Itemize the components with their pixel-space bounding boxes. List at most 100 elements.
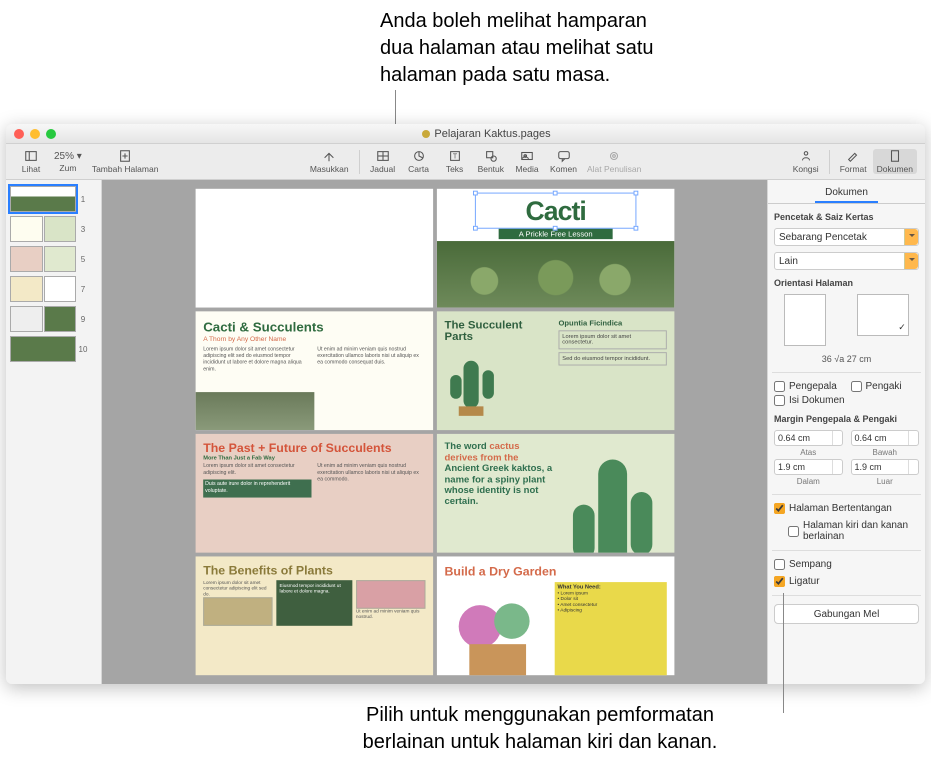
zoom-icon[interactable] [46,129,56,139]
page-heading: Cacti & Succulents [203,319,425,334]
add-page-button[interactable]: Tambah Halaman [88,149,163,174]
gear-icon [607,149,621,163]
text-button[interactable]: T Teks [438,149,472,174]
shape-icon [484,149,498,163]
body-columns: Lorem ipsum dolor sit amet consectetur a… [203,347,425,374]
insert-icon [322,149,336,163]
chart-button[interactable]: Carta [402,149,436,174]
page-heading: The Past + Future of Succulents [203,442,425,454]
page-heading: Build a Dry Garden [444,564,666,578]
page-blank [195,189,433,308]
cactus-illustration [444,342,501,418]
chart-icon [412,149,426,163]
hyphenation-checkbox[interactable]: Sempang [774,559,919,570]
section-label: Pencetak & Saiz Kertas [774,212,919,222]
callout-box: Lorem ipsum dolor sit amet consectetur. [558,330,666,349]
stepper-icon[interactable] [908,431,918,445]
body-checkbox[interactable]: Isi Dokumen [774,395,919,406]
header-checkbox[interactable]: Pengepala [774,381,843,392]
page-4[interactable]: The Past + Future of Succulents More Tha… [195,434,433,553]
page-heading: The Benefits of Plants [203,564,425,576]
callout-bottom: Pilih untuk menggunakan pemformatan berl… [290,702,790,756]
authoring-button[interactable]: Alat Penulisan [583,149,645,174]
ligature-checkbox[interactable]: Ligatur [774,576,919,587]
stepper-icon[interactable] [832,431,842,445]
close-icon[interactable] [14,129,24,139]
margin-bottom-field[interactable]: 0.64 cm [851,430,920,446]
inline-image [355,580,425,609]
thumbnail-spread[interactable]: 3 [10,216,97,242]
pull-quote: The word cactus derives from the Ancient… [444,442,552,546]
shape-button[interactable]: Bentuk [474,149,508,174]
section-label: Orientasi Halaman [774,278,919,288]
page-2[interactable]: Cacti & Succulents A Thorn by Any Other … [195,311,433,430]
thumbnail-spread[interactable]: 5 [10,246,97,272]
check-icon: ✓ [898,322,906,333]
inline-photo [195,392,314,430]
media-button[interactable]: Media [510,149,544,174]
mail-merge-button[interactable]: Gabungan Mel [774,604,919,624]
insert-button[interactable]: Masukkan [306,149,353,174]
text-icon: T [448,149,462,163]
page-dimensions: 36 √a 27 cm [774,354,919,364]
comment-button[interactable]: Komen [546,149,581,174]
view-icon [24,149,38,163]
thumbnail-spread[interactable]: 10 [10,336,97,362]
table-button[interactable]: Jadual [366,149,400,174]
margin-top-field[interactable]: 0.64 cm [774,430,843,446]
callout-line [783,593,784,713]
cactus-illustration [558,442,666,553]
document-icon [888,149,902,163]
facing-pages-checkbox[interactable]: Halaman Bertentangan [774,503,919,514]
edited-dot-icon [422,130,430,138]
document-button[interactable]: Dokumen [873,149,917,174]
pot-illustration [444,582,550,675]
callout-box: Sed do eiusmod tempor incididunt. [558,352,666,365]
inline-image [203,597,273,626]
margin-inner-field[interactable]: 1.9 cm [774,459,843,475]
titlebar: Pelajaran Kaktus.pages [6,124,925,144]
callout-top: Anda boleh melihat hamparan dua halaman … [380,8,654,89]
toolbar: Lihat 25% ▾ Zum Tambah Halaman Masukkan … [6,144,925,180]
app-window: Pelajaran Kaktus.pages Lihat 25% ▾ Zum T… [6,124,925,684]
page-subheading: A Thorn by Any Other Name [203,336,425,343]
table-icon [376,149,390,163]
info-card: What You Need: • Lorem ipsum• Dolor sit•… [554,582,666,675]
minimize-icon[interactable] [30,129,40,139]
margin-outer-field[interactable]: 1.9 cm [851,459,920,475]
view-button[interactable]: Lihat [14,149,48,174]
cover-photo[interactable] [436,241,674,307]
tab-document[interactable]: Dokumen [815,184,878,203]
stepper-icon[interactable] [832,460,842,474]
orientation-landscape[interactable]: ✓ [857,294,909,336]
selection-box[interactable] [474,193,636,229]
plus-icon [118,149,132,163]
format-button[interactable]: Format [836,149,871,174]
comment-icon [557,149,571,163]
page-5[interactable]: The word cactus derives from the Ancient… [436,434,674,553]
footer-checkbox[interactable]: Pengaki [851,381,920,392]
left-right-different-checkbox[interactable]: Halaman kiri dan kanan berlainan [774,520,919,542]
inspector-tabs: Dokumen [768,180,925,204]
inspector-panel: Dokumen Pencetak & Saiz Kertas Sebarang … [767,180,925,684]
window-title: Pelajaran Kaktus.pages [56,128,917,140]
page-7[interactable]: Build a Dry Garden What You Need: • Lore… [436,556,674,675]
chevron-down-icon [904,253,918,269]
document-canvas[interactable]: Cacti A Prickle Free Lesson Cacti & Succ… [102,180,767,684]
thumbnail-spread[interactable]: 7 [10,276,97,302]
thumbnail-spread[interactable]: 1 [10,186,97,212]
thumbnail-spread[interactable]: 9 [10,306,97,332]
chevron-down-icon [904,229,918,245]
page-3[interactable]: The Succulent Parts Opuntia Ficindica Lo… [436,311,674,430]
printer-select[interactable]: Sebarang Pencetak [774,228,919,246]
page-heading: The Succulent Parts [444,319,552,342]
page-6[interactable]: The Benefits of Plants Lorem ipsum dolor… [195,556,433,675]
zoom-button[interactable]: 25% ▾ Zum [50,151,86,173]
page-cover[interactable]: Cacti A Prickle Free Lesson [436,189,674,308]
stepper-icon[interactable] [908,460,918,474]
brush-icon [846,149,860,163]
share-button[interactable]: Kongsi [789,149,823,174]
paper-select[interactable]: Lain [774,252,919,270]
orientation-portrait[interactable] [784,294,826,346]
section-label: Margin Pengepala & Pengaki [774,414,919,424]
